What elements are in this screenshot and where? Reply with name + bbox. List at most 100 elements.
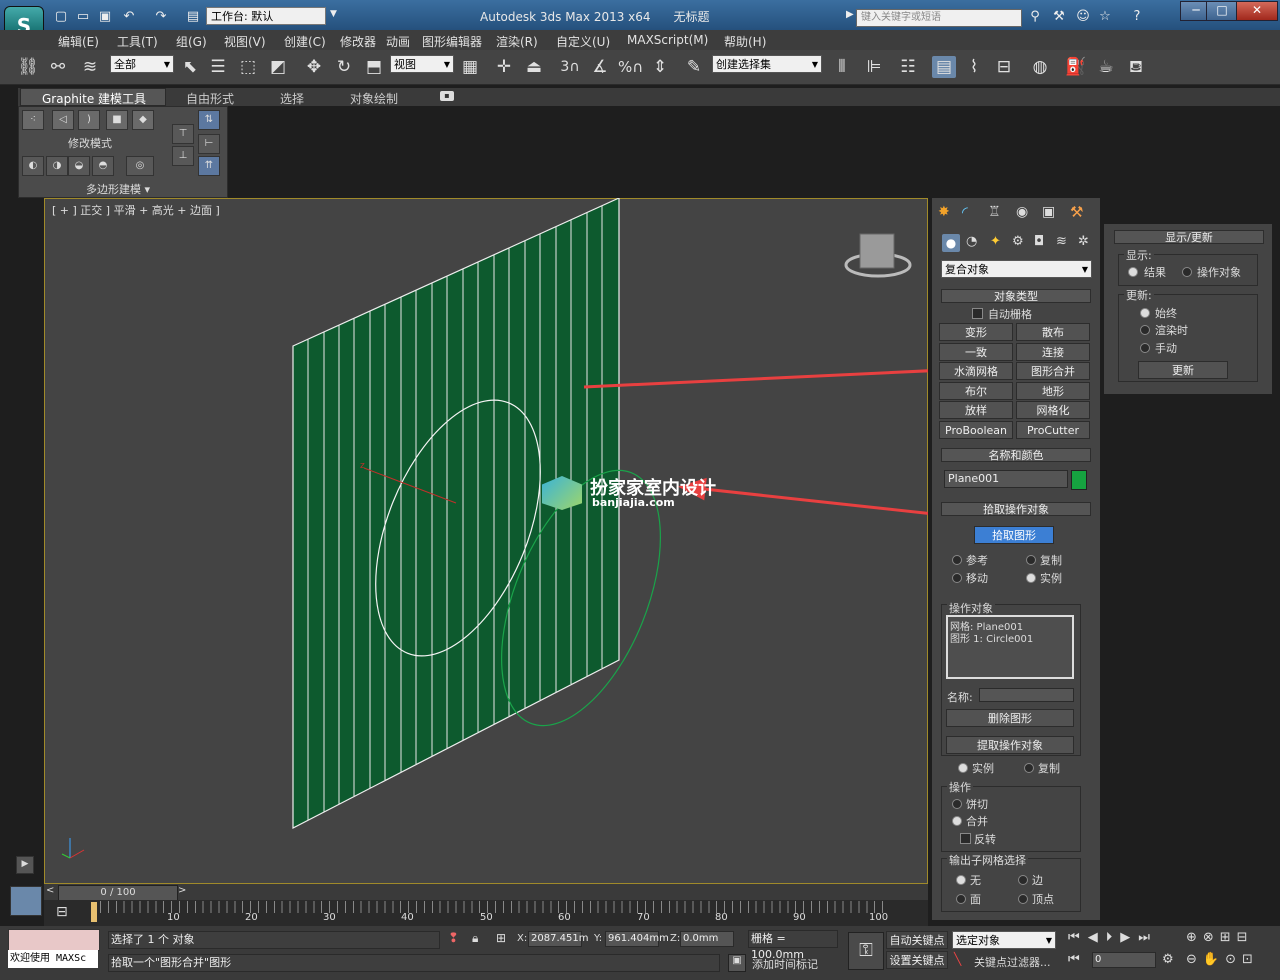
binoculars-icon[interactable]: ⚲ <box>1026 8 1044 26</box>
ribbon-tool-3-icon[interactable]: ◒ <box>68 156 90 176</box>
project-folder-icon[interactable]: ▤ <box>184 8 202 26</box>
curve-editor-icon[interactable]: ⌇ <box>962 56 986 78</box>
output-none-radio[interactable] <box>956 875 966 885</box>
viewport-nav-top[interactable]: ⊕⊗⊞⊟ <box>1186 930 1254 945</box>
proboolean-button[interactable]: ProBoolean <box>939 421 1013 439</box>
mirror-icon[interactable]: ⫴ <box>830 56 854 78</box>
output-edge-radio[interactable] <box>1018 875 1028 885</box>
tab-freeform[interactable]: 自由形式 <box>186 90 234 107</box>
menu-modifiers[interactable]: 修改器 <box>340 33 376 50</box>
modify-tab-icon[interactable]: ◜ <box>962 203 968 221</box>
object-color-swatch[interactable] <box>1071 470 1087 490</box>
undo-icon[interactable]: ↶ <box>120 8 138 26</box>
systems-icon[interactable]: ✲ <box>1078 234 1089 249</box>
element-mode-icon[interactable]: ◆ <box>132 110 154 130</box>
display-result-radio[interactable] <box>1128 267 1138 277</box>
menu-views[interactable]: 视图(V) <box>224 33 266 50</box>
prev-frame-icon[interactable]: < <box>46 885 54 896</box>
hierarchy-tab-icon[interactable]: ♖ <box>988 204 1001 220</box>
render-setup-icon[interactable]: ⛽ <box>1064 56 1088 78</box>
x-coordinate-input[interactable]: 2087.451m <box>528 931 588 947</box>
update-manual-radio[interactable] <box>1140 343 1150 353</box>
delete-shape-button[interactable]: 删除图形 <box>946 709 1074 727</box>
pick-shape-button[interactable]: 拾取图形 <box>974 526 1054 544</box>
user-icon[interactable]: ☺ <box>1074 8 1092 26</box>
list-item[interactable]: 图形 1: Circle001 <box>950 630 1033 645</box>
ref-coord-select[interactable]: 视图 <box>390 55 454 73</box>
auto-key-button[interactable]: 自动关键点 <box>886 931 948 949</box>
boolean-button[interactable]: 布尔 <box>939 382 1013 400</box>
extract-instance-radio[interactable] <box>958 763 968 773</box>
output-face-radio[interactable] <box>956 894 966 904</box>
bind-spacewarp-icon[interactable]: ≋ <box>78 56 102 78</box>
ribbon-tool-4-icon[interactable]: ◓ <box>92 156 114 176</box>
key-filters-button[interactable]: 关键点过滤器... <box>974 954 1051 970</box>
update-render-radio[interactable] <box>1140 325 1150 335</box>
spacewarps-icon[interactable]: ≋ <box>1056 234 1067 249</box>
edge-mode-icon[interactable]: ◁ <box>52 110 74 130</box>
cookie-cutter-radio[interactable] <box>952 799 962 809</box>
spinner-snap-icon[interactable]: ⇕ <box>648 56 672 78</box>
ribbon-side-3-icon[interactable]: ⇅ <box>198 110 220 130</box>
move-icon[interactable]: ✥ <box>302 56 326 78</box>
update-always-radio[interactable] <box>1140 308 1150 318</box>
cameras-icon[interactable]: ⚙ <box>1012 234 1024 249</box>
time-config-icon[interactable]: ⚙ <box>1162 952 1174 967</box>
pivot-center-icon[interactable]: ▦ <box>458 56 482 78</box>
help-icon[interactable]: ? <box>1128 8 1146 26</box>
polygon-mode-icon[interactable]: ■ <box>106 110 128 130</box>
menu-help[interactable]: 帮助(H) <box>724 33 766 50</box>
merge-radio[interactable] <box>952 816 962 826</box>
key-mode-select[interactable]: 选定对象 <box>952 931 1056 949</box>
menu-edit[interactable]: 编辑(E) <box>58 33 99 50</box>
invert-checkbox[interactable] <box>960 833 971 844</box>
select-object-icon[interactable]: ⬉ <box>178 56 202 78</box>
key-icon[interactable]: ⚿ <box>848 932 884 970</box>
lock-selection-icon[interactable]: 🔒︎ <box>472 931 478 946</box>
time-tag-icon[interactable]: ▣ <box>728 954 746 972</box>
redo-icon[interactable]: ↷ <box>152 8 170 26</box>
set-key-button[interactable]: 设置关键点 <box>886 951 948 969</box>
operand-name-input[interactable] <box>979 688 1074 702</box>
rendered-frame-icon[interactable]: ☕ <box>1094 56 1118 78</box>
percent-snap-icon[interactable]: %∩ <box>618 56 643 78</box>
tab-selection[interactable]: 选择 <box>280 90 304 107</box>
link-icon[interactable]: ⛓ <box>16 56 40 78</box>
close-button[interactable]: ✕ <box>1236 1 1278 21</box>
playback-controls[interactable]: ⏮◀⏵▶⏭ <box>1068 930 1158 945</box>
isolate-icon[interactable]: ❢ <box>448 931 459 946</box>
edit-named-sets-icon[interactable]: ✎ <box>682 56 706 78</box>
scale-icon[interactable]: ⬒ <box>362 56 386 78</box>
angle-snap-icon[interactable]: ∡ <box>588 56 612 78</box>
conform-button[interactable]: 一致 <box>939 343 1013 361</box>
material-editor-icon[interactable]: ◍ <box>1028 56 1052 78</box>
copy-radio[interactable] <box>1026 555 1036 565</box>
border-mode-icon[interactable]: ) <box>78 110 100 130</box>
select-by-name-icon[interactable]: ☰ <box>206 56 230 78</box>
category-select[interactable]: 复合对象 <box>941 260 1092 278</box>
scatter-button[interactable]: 散布 <box>1016 323 1090 341</box>
viewport-nav-bottom[interactable]: ⊖✋⊙⊡ <box>1186 952 1259 967</box>
display-tab-icon[interactable]: ▣ <box>1042 204 1055 220</box>
render-production-icon[interactable]: ⛾ <box>1124 56 1148 78</box>
new-file-icon[interactable]: ▢ <box>52 8 70 26</box>
lights-icon[interactable]: ✦ <box>990 234 1001 249</box>
mesher-button[interactable]: 网格化 <box>1016 401 1090 419</box>
terrain-button[interactable]: 地形 <box>1016 382 1090 400</box>
rotate-icon[interactable]: ↻ <box>332 56 356 78</box>
save-icon[interactable]: ▣ <box>96 8 114 26</box>
connect-button[interactable]: 连接 <box>1016 343 1090 361</box>
align-icon[interactable]: ⊫ <box>862 56 886 78</box>
blobmesh-button[interactable]: 水滴网格 <box>939 362 1013 380</box>
wrench-icon[interactable]: ⚒ <box>1050 8 1068 26</box>
ribbon-side-4-icon[interactable]: ⊢ <box>198 134 220 154</box>
move-radio[interactable] <box>952 573 962 583</box>
motion-tab-icon[interactable]: ◉ <box>1016 204 1028 220</box>
menu-tools[interactable]: 工具(T) <box>117 33 158 50</box>
menu-graph-editors[interactable]: 图形编辑器 <box>422 33 482 50</box>
shapemerge-button[interactable]: 图形合并 <box>1016 362 1090 380</box>
procutter-button[interactable]: ProCutter <box>1016 421 1090 439</box>
display-operands-radio[interactable] <box>1182 267 1192 277</box>
update-button[interactable]: 更新 <box>1138 361 1228 379</box>
ribbon-footer[interactable]: 多边形建模 ▾ <box>86 181 150 197</box>
